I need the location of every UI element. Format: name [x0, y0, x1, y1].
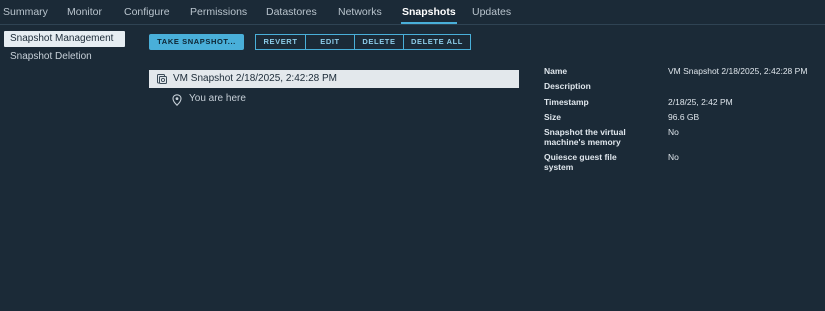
name-value: VM Snapshot 2/18/2025, 2:42:28 PM — [668, 66, 808, 76]
quiesce-value: No — [668, 152, 679, 162]
tab-networks[interactable]: Networks — [338, 6, 382, 18]
memory-value: No — [668, 127, 679, 137]
tab-snapshots[interactable]: Snapshots — [401, 6, 457, 24]
tab-permissions[interactable]: Permissions — [190, 6, 247, 18]
tab-summary[interactable]: Summary — [3, 6, 48, 18]
snapshot-tree-row[interactable]: VM Snapshot 2/18/2025, 2:42:28 PM — [149, 70, 519, 88]
tab-updates[interactable]: Updates — [472, 6, 511, 18]
timestamp-value: 2/18/25, 2:42 PM — [668, 97, 733, 107]
snapshot-label: VM Snapshot 2/18/2025, 2:42:28 PM — [173, 73, 337, 84]
delete-button[interactable]: DELETE — [354, 34, 404, 50]
location-pin-icon — [172, 94, 182, 109]
take-snapshot-button[interactable]: TAKE SNAPSHOT... — [149, 34, 244, 50]
sidebar-item-snapshot-management[interactable]: Snapshot Management — [4, 31, 125, 47]
quiesce-label: Quiesce guest file system — [544, 152, 617, 172]
size-value: 96.6 GB — [668, 112, 700, 122]
description-label: Description — [544, 81, 591, 91]
sidebar-item-snapshot-deletion[interactable]: Snapshot Deletion — [4, 49, 92, 65]
timestamp-label: Timestamp — [544, 97, 589, 107]
size-label: Size — [544, 112, 562, 122]
edit-button[interactable]: EDIT — [305, 34, 355, 50]
tab-bar: Summary Monitor Configure Permissions Da… — [0, 0, 825, 25]
tab-monitor[interactable]: Monitor — [67, 6, 102, 18]
delete-all-button[interactable]: DELETE ALL — [403, 34, 471, 50]
memory-label: Snapshot the virtual machine's memory — [544, 127, 626, 147]
tab-datastores[interactable]: Datastores — [266, 6, 317, 18]
revert-button[interactable]: REVERT — [255, 34, 306, 50]
name-label: Name — [544, 66, 568, 76]
you-are-here-label: You are here — [189, 93, 246, 104]
snapshot-icon — [156, 73, 168, 92]
tab-configure[interactable]: Configure — [124, 6, 170, 18]
